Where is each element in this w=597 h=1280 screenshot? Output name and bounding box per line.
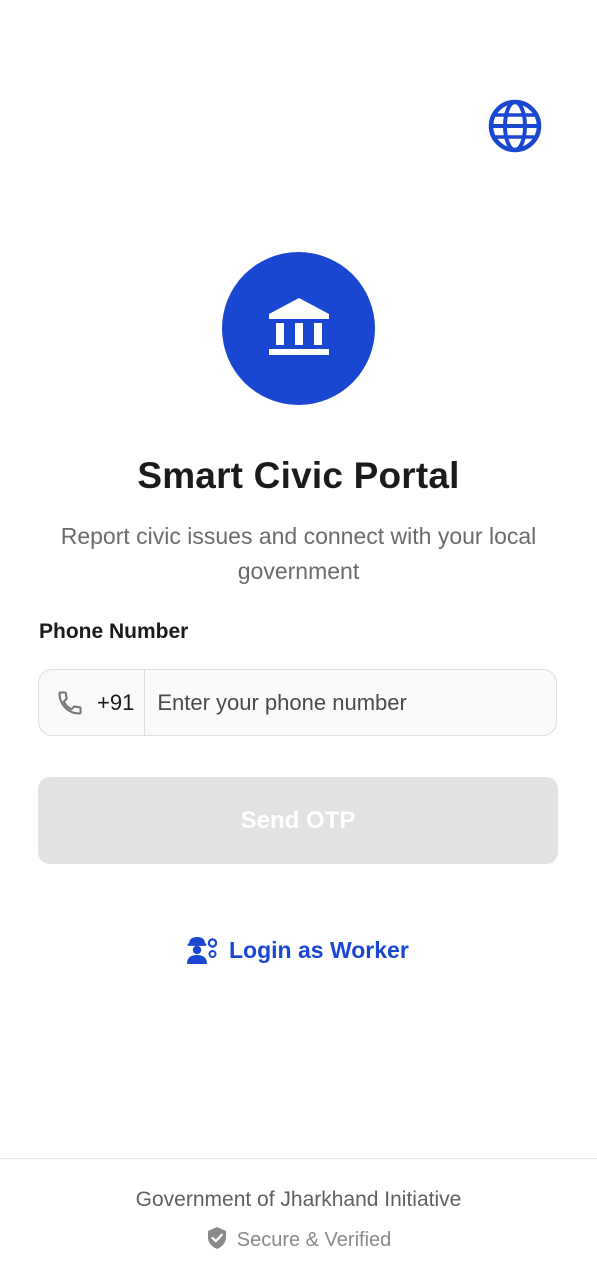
- app-logo: [222, 252, 375, 405]
- globe-icon: [487, 98, 543, 159]
- app-title: Smart Civic Portal: [137, 455, 460, 496]
- country-code-prefix: +91: [39, 670, 146, 735]
- phone-number-label: Phone Number: [39, 620, 189, 643]
- country-code: +91: [97, 689, 135, 715]
- login-as-worker-label: Login as Worker: [229, 936, 409, 963]
- phone-icon: [55, 688, 85, 718]
- government-building-icon: [267, 294, 331, 363]
- secure-verified-label: Secure & Verified: [236, 1229, 392, 1251]
- language-button[interactable]: [486, 99, 544, 157]
- secure-verified-badge: Secure & Verified: [0, 1226, 597, 1255]
- phone-number-input[interactable]: [145, 669, 556, 736]
- login-as-worker-link[interactable]: Login as Worker: [186, 930, 409, 970]
- footer-divider: [0, 1158, 597, 1159]
- worker-icon: [186, 934, 218, 966]
- shield-check-icon: [206, 1226, 228, 1255]
- footer-initiative-text: Government of Jharkhand Initiative: [135, 1188, 462, 1211]
- send-otp-button[interactable]: Send OTP: [38, 777, 558, 864]
- app-subtitle: Report civic issues and connect with you…: [60, 523, 537, 584]
- phone-number-field[interactable]: +91: [38, 669, 557, 736]
